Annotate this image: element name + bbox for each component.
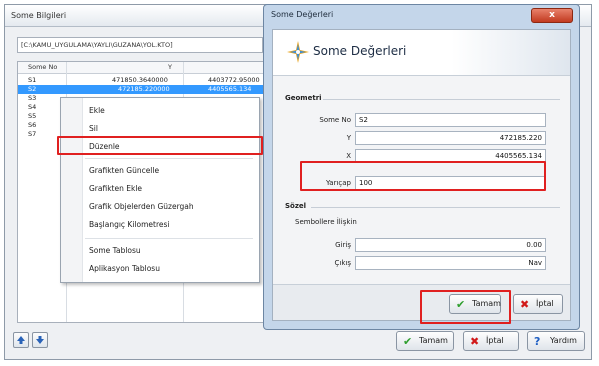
dialog-header-title: Some Değerleri bbox=[313, 44, 407, 58]
menu-item-grafikten-ekle[interactable]: Grafikten Ekle bbox=[89, 184, 142, 193]
menu-item-grafikten-guncelle[interactable]: Grafikten Güncelle bbox=[89, 166, 159, 175]
highlight-duzenle bbox=[57, 136, 263, 155]
cell-some-no: S6 bbox=[28, 121, 37, 129]
dialog-iptal-label: İptal bbox=[536, 299, 554, 308]
highlight-yaricap bbox=[300, 161, 546, 191]
column-header-some-no[interactable]: Some No bbox=[28, 63, 57, 71]
menu-item-ekle[interactable]: Ekle bbox=[89, 106, 105, 115]
group-divider bbox=[311, 207, 560, 208]
column-header-y[interactable]: Y bbox=[168, 63, 172, 71]
menu-item-some-tablosu[interactable]: Some Tablosu bbox=[89, 246, 141, 255]
compass-star-icon bbox=[287, 41, 309, 63]
help-icon: ? bbox=[534, 335, 541, 348]
some-no-label: Some No bbox=[319, 116, 351, 124]
arrow-down-icon bbox=[36, 336, 44, 344]
group-label-sozel: Sözel bbox=[285, 202, 307, 210]
menu-item-baslangic-kilometresi[interactable]: Başlangıç Kilometresi bbox=[89, 220, 170, 229]
close-button[interactable]: x bbox=[531, 8, 573, 23]
group-divider bbox=[323, 99, 560, 100]
some-no-field[interactable]: S2 bbox=[355, 113, 546, 127]
context-menu: Ekle Sil Düzenle Grafikten Güncelle Graf… bbox=[60, 97, 260, 283]
cell-y: 471850.3640000 bbox=[112, 76, 168, 84]
check-icon: ✔ bbox=[403, 335, 413, 348]
cell-some-no: S7 bbox=[28, 130, 37, 138]
tamam-button[interactable]: ✔ Tamam bbox=[396, 331, 454, 351]
menu-item-sil[interactable]: Sil bbox=[89, 124, 98, 133]
menu-item-aplikasyon-tablosu[interactable]: Aplikasyon Tablosu bbox=[89, 264, 160, 273]
cell-some-no: S1 bbox=[28, 76, 37, 84]
x-label: X bbox=[346, 152, 351, 160]
cell-x: 4405565.134 bbox=[208, 85, 252, 93]
y-field[interactable]: 472185.220 bbox=[355, 131, 546, 145]
yardim-button[interactable]: ? Yardım bbox=[527, 331, 585, 351]
table-row-selected[interactable]: S2 472185.220000 4405565.134 bbox=[18, 85, 268, 94]
move-down-button[interactable] bbox=[32, 332, 48, 348]
cikis-field[interactable]: Nav bbox=[355, 256, 546, 270]
menu-item-grafik-objelerden-guzergah[interactable]: Grafik Objelerden Güzergah bbox=[89, 202, 194, 211]
cell-some-no: S4 bbox=[28, 103, 37, 111]
giris-label: Giriş bbox=[335, 241, 351, 249]
list-header: Some No Y bbox=[18, 62, 268, 74]
y-label: Y bbox=[346, 134, 351, 142]
iptal-button[interactable]: ✖ İptal bbox=[463, 331, 519, 351]
cell-some-no: S3 bbox=[28, 94, 37, 102]
iptal-button-label: İptal bbox=[486, 336, 504, 345]
cikis-label: Çıkış bbox=[334, 259, 351, 267]
file-path-field: [C:\KAMU_UYGULAMA\YAYLI\GUZANA\YOL.KTO] bbox=[17, 37, 263, 53]
semboller-label: Sembollere İlişkin bbox=[295, 218, 357, 226]
giris-field[interactable]: 0.00 bbox=[355, 238, 546, 252]
yardim-button-label: Yardım bbox=[550, 336, 577, 345]
table-row[interactable]: S1 471850.3640000 4403772.95000 bbox=[18, 76, 268, 85]
cell-some-no: S2 bbox=[28, 85, 37, 93]
arrow-up-icon bbox=[17, 336, 25, 344]
cross-icon: ✖ bbox=[470, 335, 480, 348]
highlight-dialog-tamam bbox=[420, 290, 511, 324]
cross-icon: ✖ bbox=[520, 298, 530, 311]
menu-gutter bbox=[61, 98, 83, 282]
dialog-header: Some Değerleri bbox=[273, 30, 570, 76]
cell-y: 472185.220000 bbox=[118, 85, 170, 93]
group-label-geometri: Geometri bbox=[285, 94, 322, 102]
tamam-button-label: Tamam bbox=[419, 336, 448, 345]
move-up-button[interactable] bbox=[13, 332, 29, 348]
menu-separator bbox=[85, 238, 253, 239]
dialog-iptal-button[interactable]: ✖ İptal bbox=[513, 294, 563, 314]
menu-separator bbox=[85, 158, 253, 159]
cell-some-no: S5 bbox=[28, 112, 37, 120]
cell-x: 4403772.95000 bbox=[208, 76, 260, 84]
